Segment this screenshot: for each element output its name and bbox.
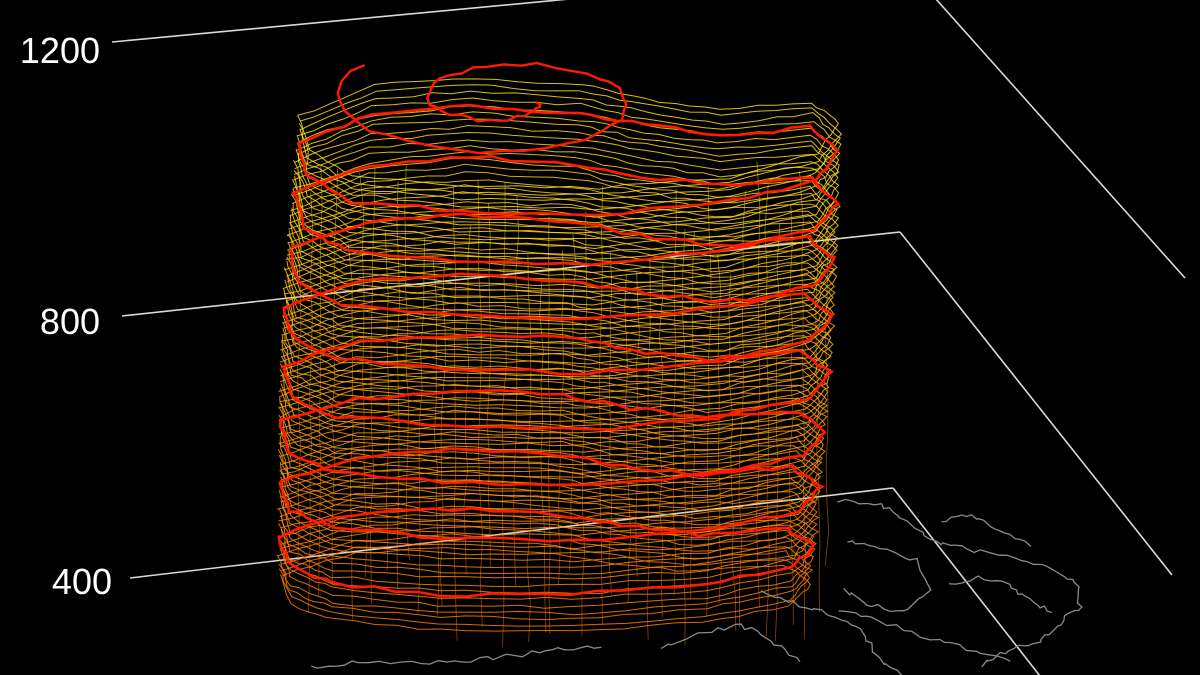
contour-ring	[283, 234, 838, 339]
coastline-segment	[948, 575, 1053, 614]
coastline-map	[311, 498, 1083, 675]
coastline-segment	[843, 540, 932, 613]
vertical-streak	[681, 228, 686, 646]
z-tick-label-800: 800	[40, 301, 100, 342]
z-tick-label-1200: 1200	[20, 30, 100, 71]
coastline-segment	[311, 645, 602, 669]
vertical-streak	[569, 232, 577, 571]
contour-ring	[297, 118, 840, 229]
axis-line	[899, 231, 1173, 576]
vertical-streak	[477, 179, 484, 627]
coastline-segment	[941, 514, 1032, 547]
axis-line	[129, 487, 894, 579]
z-tick-label-400: 400	[52, 561, 112, 602]
contour-volume	[276, 61, 843, 647]
vertical-streak	[385, 230, 390, 571]
vertical-streak	[526, 254, 532, 643]
vertical-streak	[824, 226, 830, 566]
contour-ring	[292, 125, 840, 234]
vertical-streak	[624, 274, 632, 603]
axis-line	[111, 0, 568, 43]
3d-contour-plot: 1200 800 400	[20, 0, 1186, 675]
vertical-streak	[396, 181, 400, 589]
vertical-streak	[581, 211, 588, 637]
vertical-streak	[369, 167, 376, 605]
axis-line	[935, 0, 1186, 279]
z-axis: 1200 800 400	[20, 30, 112, 602]
coastline-segment	[660, 623, 801, 663]
coastline-segment	[760, 590, 903, 675]
vertical-streak	[608, 252, 613, 594]
